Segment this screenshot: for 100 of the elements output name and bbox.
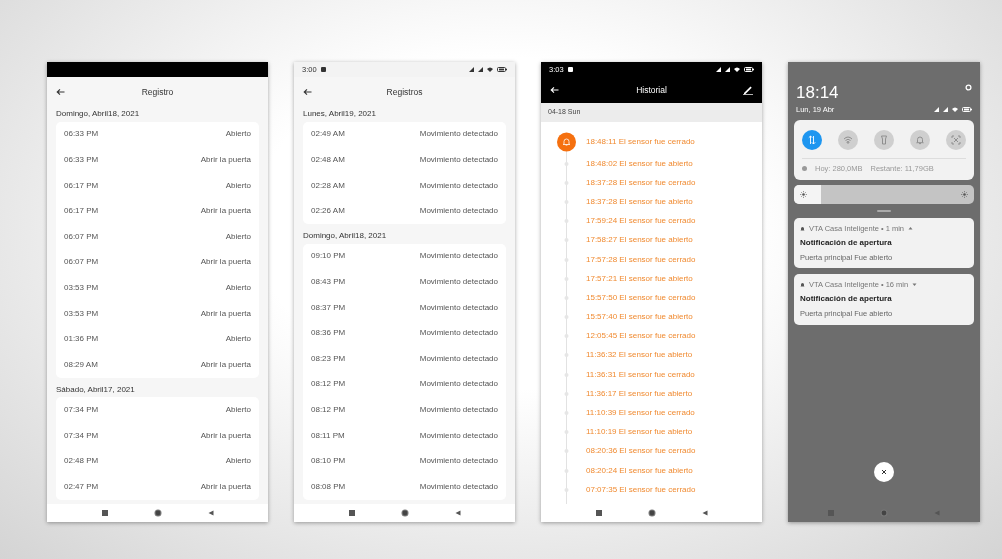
triangle-icon[interactable] — [701, 510, 708, 516]
log-event: Movimiento detectado — [419, 480, 498, 493]
log-time: 08:12 PM — [311, 403, 346, 416]
log-time: 06:17 PM — [64, 179, 99, 192]
event-text: 17:59:24 El sensor fue cerrado — [586, 215, 696, 228]
sun-icon — [961, 190, 968, 198]
close-button[interactable] — [874, 462, 894, 482]
event-text: 11:36:32 El sensor fue abierto — [586, 349, 693, 362]
log-event: Abrir la puerta — [200, 307, 251, 320]
log-event: Movimiento detectado — [419, 250, 498, 263]
log-time: 07:34 PM — [64, 429, 99, 442]
date-heading: Sábado, Abril17, 2021 — [56, 383, 136, 396]
clock-time: 18:14 — [796, 84, 839, 101]
log-time: 07:34 PM — [64, 403, 99, 416]
battery-icon — [497, 67, 507, 72]
notification-title: Notificación de apertura — [800, 293, 893, 306]
bell-icon — [557, 132, 576, 152]
bell-icon — [915, 135, 925, 146]
wifi-icon — [843, 135, 853, 146]
app-icon — [320, 67, 326, 72]
log-time: 06:07 PM — [64, 230, 99, 243]
event-text: 11:10:19 El sensor fue abierto — [586, 426, 693, 439]
crop-icon — [951, 135, 961, 146]
log-time: 09:10 PM — [311, 250, 346, 263]
settings-icon[interactable] — [965, 84, 972, 91]
log-time: 08:36 PM — [311, 327, 346, 340]
log-event: Movimiento detectado — [419, 154, 498, 166]
log-event: Abierto — [225, 128, 251, 141]
quick-toggle[interactable] — [946, 130, 966, 151]
event-text: 17:57:28 El sensor fue cerrado — [586, 253, 696, 266]
data-icon — [802, 166, 807, 172]
event-text: 18:48:11 El sensor fue cerrado — [586, 136, 695, 148]
log-event: Abierto — [225, 230, 251, 243]
log-time: 01:36 PM — [64, 333, 99, 346]
pencil-icon[interactable] — [743, 85, 753, 95]
log-event: Movimiento detectado — [419, 455, 498, 468]
triangle-icon[interactable] — [207, 510, 214, 516]
triangle-icon[interactable] — [454, 510, 461, 516]
log-event: Abierto — [225, 281, 251, 294]
log-time: 06:17 PM — [64, 205, 99, 218]
date-heading: Domingo, Abril18, 2021 — [303, 229, 388, 242]
bell-icon — [800, 225, 805, 231]
log-time: 02:49 AM — [311, 128, 345, 141]
circle-icon[interactable] — [400, 509, 409, 517]
log-event: Abrir la puerta — [200, 358, 251, 371]
log-time: 08:23 PM — [311, 352, 346, 365]
battery-icon — [744, 67, 754, 72]
event-text: 08:20:24 El sensor fue abierto — [586, 464, 693, 477]
log-event: Movimiento detectado — [419, 352, 498, 365]
event-text: 08:20:36 El sensor fue cerrado — [586, 445, 696, 458]
brightness-slider[interactable] — [794, 184, 974, 204]
log-time: 02:28 AM — [311, 179, 345, 192]
quick-toggle[interactable] — [802, 130, 822, 151]
circle-icon[interactable] — [153, 509, 162, 517]
quick-toggle[interactable] — [910, 130, 930, 151]
event-text: 11:36:31 El sensor fue cerrado — [586, 368, 695, 381]
circle-icon[interactable] — [647, 509, 656, 517]
log-time: 08:08 PM — [311, 480, 346, 493]
log-time: 08:29 AM — [64, 358, 98, 371]
square-icon[interactable] — [101, 510, 108, 516]
caret-down-icon[interactable] — [912, 282, 918, 287]
arrows-icon — [807, 135, 817, 146]
square-icon[interactable] — [595, 510, 602, 516]
caret-up-icon[interactable] — [908, 226, 914, 231]
back-arrow-icon[interactable] — [56, 88, 65, 96]
battery-icon — [962, 107, 972, 113]
log-time: 08:11 PM — [311, 429, 345, 442]
sun-icon — [800, 190, 807, 198]
log-event: Movimiento detectado — [419, 301, 498, 314]
log-time: 02:47 PM — [64, 480, 99, 493]
event-text: 12:05:45 El sensor fue cerrado — [586, 330, 696, 343]
log-time: 08:12 PM — [311, 378, 346, 391]
log-event: Movimiento detectado — [419, 378, 498, 391]
log-event: Abierto — [225, 455, 251, 468]
log-event: Abrir la puerta — [200, 480, 251, 493]
date-heading: Domingo, Abril18, 2021 — [56, 108, 141, 120]
close-icon — [881, 469, 887, 475]
event-text: 11:10:39 El sensor fue cerrado — [586, 407, 695, 420]
log-event: Movimiento detectado — [419, 205, 498, 218]
log-event: Abrir la puerta — [200, 256, 251, 269]
square-icon[interactable] — [348, 510, 355, 516]
event-text: 15:57:50 El sensor fue cerrado — [586, 291, 696, 304]
quick-toggle[interactable] — [874, 130, 894, 151]
back-arrow-icon[interactable] — [303, 88, 312, 96]
flashlight-icon — [879, 135, 889, 146]
log-event: Movimiento detectado — [419, 327, 498, 340]
event-text: 17:57:21 El sensor fue abierto — [586, 272, 693, 285]
wifi-icon — [734, 67, 740, 72]
log-event: Movimiento detectado — [419, 179, 498, 192]
bell-icon — [800, 282, 805, 288]
notification-title: Notificación de apertura — [800, 236, 893, 249]
log-event: Abrir la puerta — [200, 154, 251, 166]
event-text: 15:57:40 El sensor fue abierto — [586, 311, 693, 324]
screen-title: Historial — [636, 83, 667, 97]
quick-toggle[interactable] — [838, 130, 858, 151]
log-event: Abrir la puerta — [200, 205, 251, 218]
log-event: Movimiento detectado — [419, 275, 498, 288]
log-time: 06:33 PM — [64, 128, 99, 141]
log-time: 03:53 PM — [64, 281, 99, 294]
log-time: 08:43 PM — [311, 275, 346, 288]
